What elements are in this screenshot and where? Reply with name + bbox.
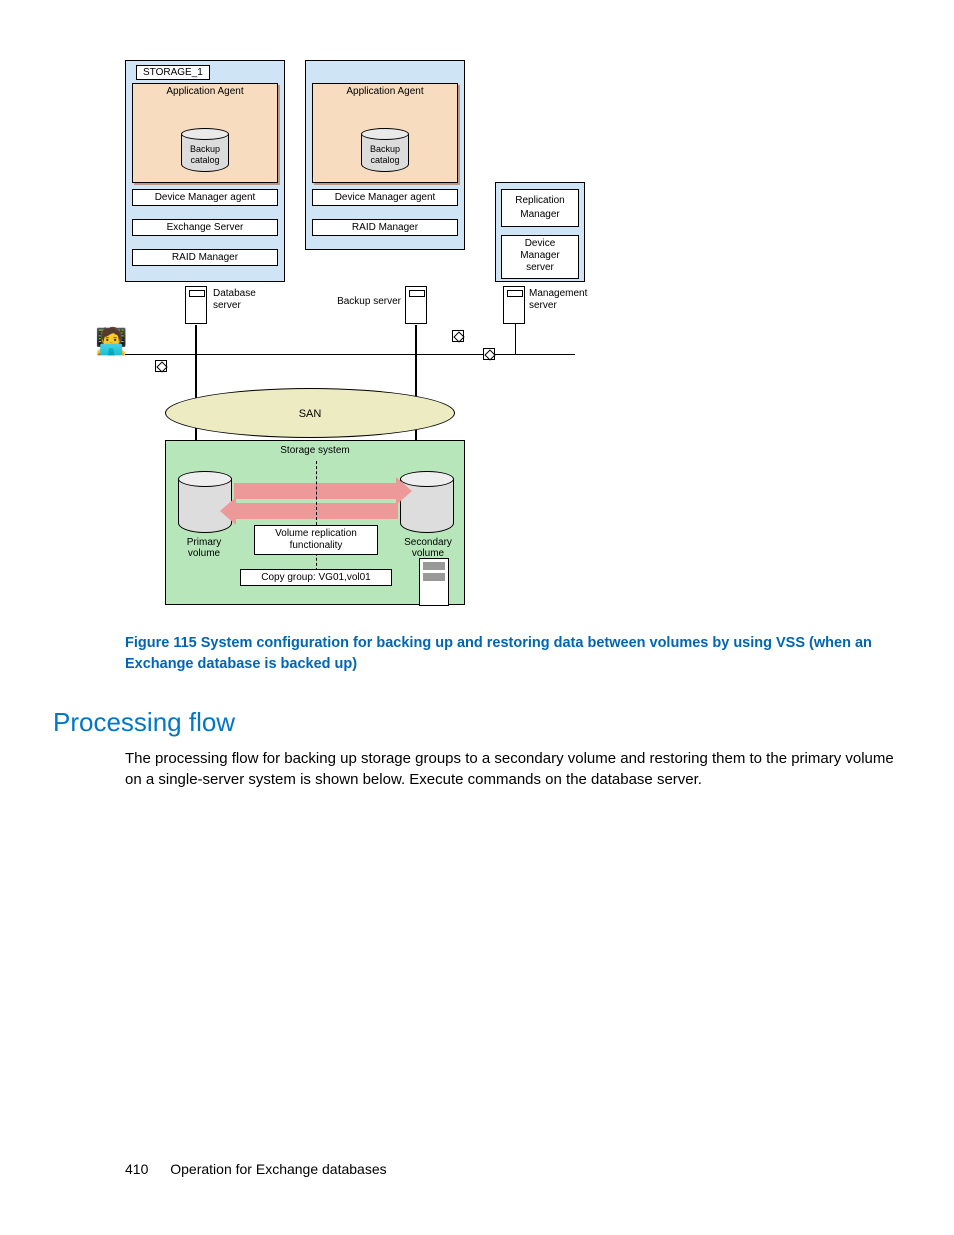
application-agent-label-backup: Application Agent	[346, 86, 423, 97]
volume-replication-box: Volume replication functionality	[254, 525, 378, 555]
network-line	[125, 354, 575, 355]
page-number: 410	[125, 1161, 148, 1177]
database-server-label: Database server	[213, 288, 273, 312]
raid-manager-box: RAID Manager	[132, 249, 278, 266]
management-server-label: Management server	[529, 288, 599, 312]
connector-line	[515, 324, 516, 354]
san-ellipse: SAN	[165, 388, 455, 438]
application-agent-label: Application Agent	[166, 86, 243, 97]
figure-caption: Figure 115 System configuration for back…	[125, 633, 875, 675]
device-manager-server-box: Device Manager server	[501, 235, 579, 279]
user-icon: 🧑‍💻	[95, 328, 127, 354]
backup-catalog-cylinder-backup: Backup catalog	[361, 128, 409, 172]
secondary-volume-label: Secondary volume	[396, 537, 460, 559]
tape-library-icon	[419, 558, 449, 606]
backup-catalog-label: Backup catalog	[181, 144, 229, 166]
server-tower-icon	[405, 286, 427, 324]
application-agent-box-backup: Application Agent Backup catalog	[312, 83, 458, 183]
storage-label: STORAGE_1	[136, 65, 210, 80]
footer-section-title: Operation for Exchange databases	[170, 1161, 386, 1177]
backup-catalog-cylinder: Backup catalog	[181, 128, 229, 172]
backup-catalog-label-backup: Backup catalog	[361, 144, 409, 166]
storage-system-label: Storage system	[166, 445, 464, 456]
body-paragraph: The processing flow for backing up stora…	[125, 748, 903, 790]
backup-server-stack: Application Agent Backup catalog Device …	[305, 60, 465, 250]
primary-volume-label: Primary volume	[174, 537, 234, 559]
application-agent-box: Application Agent Backup catalog	[132, 83, 278, 183]
backup-server-label: Backup server	[331, 296, 401, 308]
nic-icon	[155, 360, 167, 372]
device-manager-agent-box-backup: Device Manager agent	[312, 189, 458, 206]
document-page: STORAGE_1 Application Agent Backup catal…	[0, 0, 954, 1235]
server-tower-icon	[503, 286, 525, 324]
section-heading: Processing flow	[53, 707, 235, 738]
replication-manager-box: Replication Manager	[501, 189, 579, 227]
device-manager-agent-box: Device Manager agent	[132, 189, 278, 206]
server-tower-icon	[185, 286, 207, 324]
management-server-stack: Replication Manager Device Manager serve…	[495, 182, 585, 282]
copy-group-box: Copy group: VG01,vol01	[240, 569, 392, 586]
database-server-stack: STORAGE_1 Application Agent Backup catal…	[125, 60, 285, 282]
system-config-diagram: STORAGE_1 Application Agent Backup catal…	[125, 60, 655, 600]
nic-icon	[452, 330, 464, 342]
page-footer: 410 Operation for Exchange databases	[125, 1161, 387, 1177]
exchange-server-box: Exchange Server	[132, 219, 278, 236]
raid-manager-box-backup: RAID Manager	[312, 219, 458, 236]
nic-icon	[483, 348, 495, 360]
